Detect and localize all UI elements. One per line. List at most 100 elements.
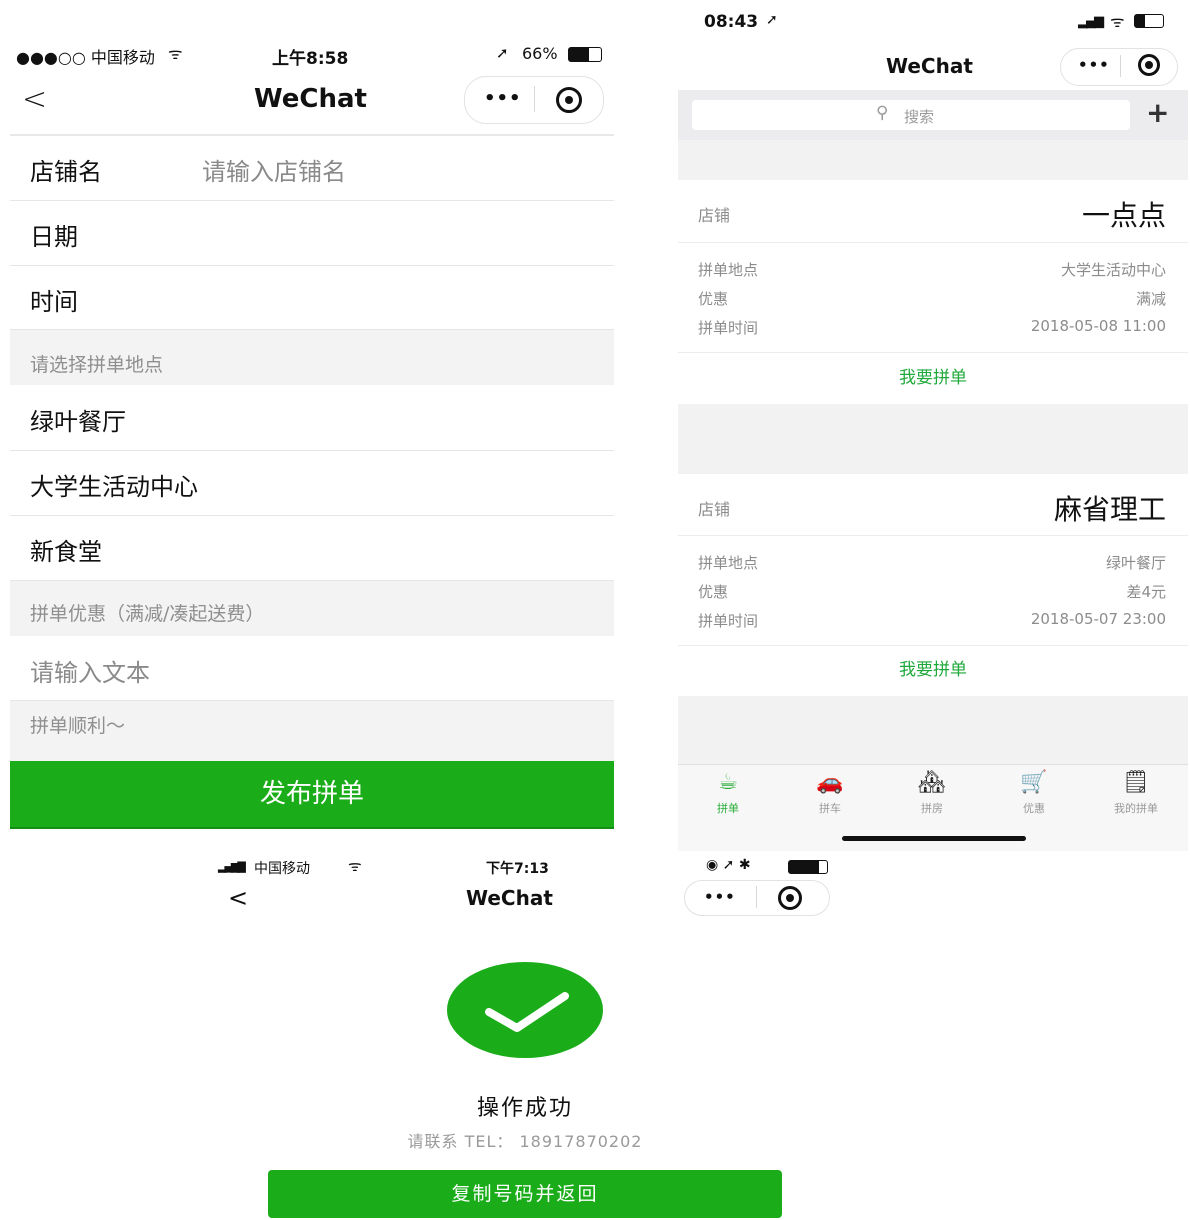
discount-input[interactable]: 请输入文本	[30, 653, 150, 688]
more-icon[interactable]: •••	[704, 888, 736, 906]
close-miniprogram-icon[interactable]	[556, 87, 582, 113]
tab-my-orders[interactable]: 🗒 我的拼单	[1096, 770, 1176, 816]
right-nav-title: WeChat	[886, 54, 973, 78]
wifi-icon: ᯤ	[348, 857, 362, 875]
discount-header: 拼单优惠（满减/凑起送费）	[10, 581, 614, 636]
more-icon[interactable]: •••	[484, 88, 522, 109]
location-label: 拼单地点	[698, 261, 759, 279]
capsule-divider	[756, 886, 757, 908]
date-label: 日期	[30, 223, 78, 251]
wifi-icon: ᯤ	[1110, 12, 1125, 31]
search-input[interactable]: ⚲ 搜索	[692, 100, 1130, 130]
cart-icon: 🛒	[1020, 770, 1048, 795]
location-option-label: 绿叶餐厅	[30, 408, 126, 436]
publish-button-label: 发布拼单	[259, 779, 364, 809]
location-option[interactable]: 大学生活动中心	[10, 451, 614, 516]
battery-icon	[1134, 14, 1164, 28]
time-row[interactable]: 时间	[10, 266, 614, 330]
bottom-nav-title: WeChat	[466, 886, 553, 910]
order-card: 店铺 一点点 拼单地点 大学生活动中心 优惠 满减 拼单时间 2018-05-0…	[678, 180, 1188, 404]
house-icon: 🏘	[918, 770, 946, 795]
coffee-icon: ☕	[718, 770, 738, 795]
shop-name-input[interactable]: 请输入店铺名	[202, 152, 346, 187]
card-divider	[678, 242, 1188, 243]
tab-youhui[interactable]: 🛒 优惠	[994, 770, 1074, 816]
date-row[interactable]: 日期	[10, 201, 614, 266]
list-icon: 🗒	[1122, 770, 1150, 795]
discount-value: 差4元	[1126, 583, 1166, 601]
discount-input-row: 请输入文本	[10, 637, 614, 701]
right-status-time: 08:43	[704, 12, 759, 32]
join-order-button[interactable]: 我要拼单	[678, 352, 1188, 404]
time-value: 2018-05-07 23:00	[1030, 610, 1166, 628]
search-placeholder: 搜索	[904, 108, 935, 126]
time-label: 拼单时间	[698, 319, 759, 337]
left-nav-title: WeChat	[254, 84, 367, 114]
location-label: 拼单地点	[698, 554, 759, 572]
copy-and-return-button[interactable]: 复制号码并返回	[268, 1170, 782, 1218]
note-area: 拼单顺利～	[10, 701, 614, 761]
tab-label: 优惠	[1023, 802, 1045, 815]
tab-label: 拼车	[819, 802, 841, 815]
wifi-icon: ᯤ	[168, 44, 183, 63]
add-icon[interactable]: +	[1146, 96, 1169, 129]
discount-header-text: 拼单优惠（满减/凑起送费）	[30, 603, 265, 625]
location-option[interactable]: 绿叶餐厅	[10, 386, 614, 451]
result-title: 操作成功	[476, 1096, 573, 1121]
time-value: 2018-05-08 11:00	[1030, 317, 1166, 335]
back-icon[interactable]: <	[22, 82, 47, 117]
card-divider	[678, 352, 1188, 353]
time-label: 拼单时间	[698, 612, 759, 630]
join-order-button[interactable]: 我要拼单	[678, 645, 1188, 696]
capsule-divider	[1120, 55, 1121, 77]
card-divider	[678, 645, 1188, 646]
shop-name: 麻省理工	[1053, 493, 1166, 526]
order-card: 店铺 麻省理工 拼单地点 绿叶餐厅 优惠 差4元 拼单时间 2018-05-07…	[678, 474, 1188, 696]
join-order-label: 我要拼单	[899, 660, 967, 680]
more-icon[interactable]: •••	[1078, 56, 1110, 74]
bottom-status-time: 下午7:13	[486, 861, 549, 877]
checkmark-icon	[485, 992, 569, 1032]
close-miniprogram-icon[interactable]	[1138, 54, 1160, 76]
shop-name-row: 店铺名 请输入店铺名	[10, 136, 614, 201]
tab-pinfang[interactable]: 🏘 拼房	[892, 770, 972, 816]
shop-label: 店铺	[698, 500, 731, 519]
capsule-divider	[534, 86, 535, 112]
tab-pindan[interactable]: ☕ 拼单	[688, 770, 768, 816]
battery-icon	[568, 47, 602, 62]
publish-button[interactable]: 发布拼单	[10, 761, 614, 829]
tab-pinche[interactable]: 🚗 拼车	[790, 770, 870, 816]
join-order-label: 我要拼单	[899, 368, 967, 388]
home-indicator	[842, 836, 1026, 841]
signal-icon: ▂▄▆▇	[218, 860, 246, 873]
location-value: 大学生活动中心	[1060, 261, 1166, 279]
left-status-time: 上午8:58	[272, 49, 349, 69]
left-status-battery: 66%	[522, 44, 558, 63]
location-option[interactable]: 新食堂	[10, 516, 614, 581]
shop-name-label: 店铺名	[30, 158, 102, 186]
location-value: 绿叶餐厅	[1105, 554, 1166, 572]
bottom-status-carrier: 中国移动	[254, 861, 310, 877]
location-icon: ➚	[496, 44, 509, 62]
note-text: 拼单顺利～	[30, 715, 126, 737]
tab-label: 我的拼单	[1114, 802, 1158, 815]
discount-label: 优惠	[698, 583, 729, 601]
copy-and-return-label: 复制号码并返回	[451, 1183, 599, 1205]
card-divider	[678, 535, 1188, 536]
time-label: 时间	[30, 288, 78, 316]
shop-label: 店铺	[698, 206, 731, 225]
discount-value: 满减	[1135, 290, 1166, 308]
tab-label: 拼房	[921, 802, 943, 815]
search-icon: ⚲	[876, 103, 889, 123]
result-contact: 请联系 TEL： 18917870202	[407, 1132, 643, 1151]
success-icon	[447, 962, 603, 1058]
location-icon: ➚	[766, 12, 778, 28]
left-status-carrier: ●●●○○ 中国移动	[16, 48, 155, 67]
search-bar: ⚲ 搜索 +	[678, 90, 1188, 140]
close-miniprogram-icon[interactable]	[778, 886, 802, 910]
location-option-label: 新食堂	[30, 538, 102, 566]
tab-label: 拼单	[717, 802, 739, 815]
bottom-back-icon[interactable]: <	[228, 884, 248, 912]
location-header-text: 请选择拼单地点	[30, 354, 164, 376]
location-icon: ◉ ➚ ✱	[706, 857, 751, 873]
